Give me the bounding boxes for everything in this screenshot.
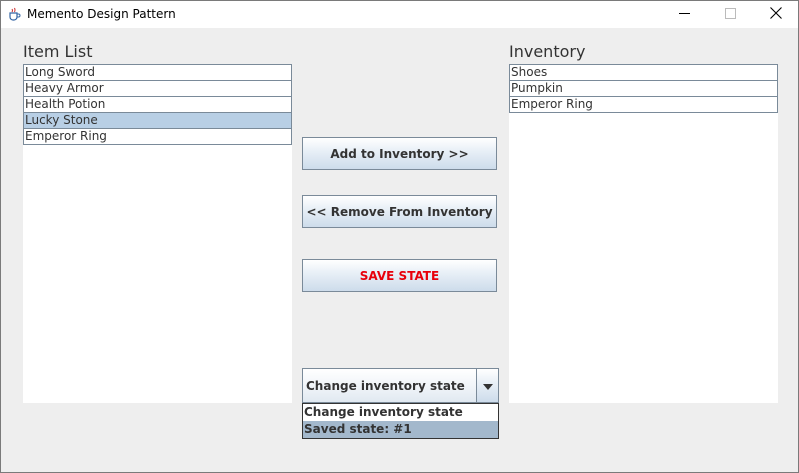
remove-from-inventory-button[interactable]: << Remove From Inventory xyxy=(302,195,497,228)
maximize-icon xyxy=(724,6,736,24)
minimize-button[interactable] xyxy=(661,1,707,28)
list-item[interactable]: Long Sword xyxy=(23,64,292,81)
list-item[interactable]: Emperor Ring xyxy=(23,129,292,145)
inventory-list[interactable]: Shoes Pumpkin Emperor Ring xyxy=(509,64,778,403)
java-cup-icon xyxy=(7,7,21,21)
minimize-icon xyxy=(678,6,690,24)
dropdown-option-highlighted[interactable]: Saved state: #1 xyxy=(303,421,498,438)
dropdown-selected-value: Change inventory state xyxy=(306,379,465,393)
list-item[interactable]: Health Potion xyxy=(23,97,292,113)
close-button[interactable] xyxy=(753,1,798,28)
close-icon xyxy=(770,6,782,24)
inventory-state-dropdown[interactable]: Change inventory state xyxy=(302,368,499,403)
list-item[interactable]: Pumpkin xyxy=(509,81,778,97)
item-list-label: Item List xyxy=(23,42,93,61)
maximize-button[interactable] xyxy=(707,1,753,28)
save-state-button[interactable]: SAVE STATE xyxy=(302,259,497,292)
dropdown-arrow-button[interactable] xyxy=(476,369,498,402)
list-item[interactable]: Heavy Armor xyxy=(23,81,292,97)
chevron-down-icon xyxy=(482,377,493,395)
list-item-selected[interactable]: Lucky Stone xyxy=(23,113,292,129)
item-list[interactable]: Long Sword Heavy Armor Health Potion Luc… xyxy=(23,64,292,403)
dropdown-popup: Change inventory state Saved state: #1 xyxy=(302,403,499,439)
list-item[interactable]: Emperor Ring xyxy=(509,97,778,113)
dropdown-option[interactable]: Change inventory state xyxy=(303,404,498,421)
list-item[interactable]: Shoes xyxy=(509,64,778,81)
window-title: Memento Design Pattern xyxy=(27,7,176,21)
add-to-inventory-button[interactable]: Add to Inventory >> xyxy=(302,137,497,170)
inventory-label: Inventory xyxy=(509,42,586,61)
title-bar: Memento Design Pattern xyxy=(1,1,798,28)
app-window: Memento Design Pattern Item List Long Sw… xyxy=(0,0,799,473)
